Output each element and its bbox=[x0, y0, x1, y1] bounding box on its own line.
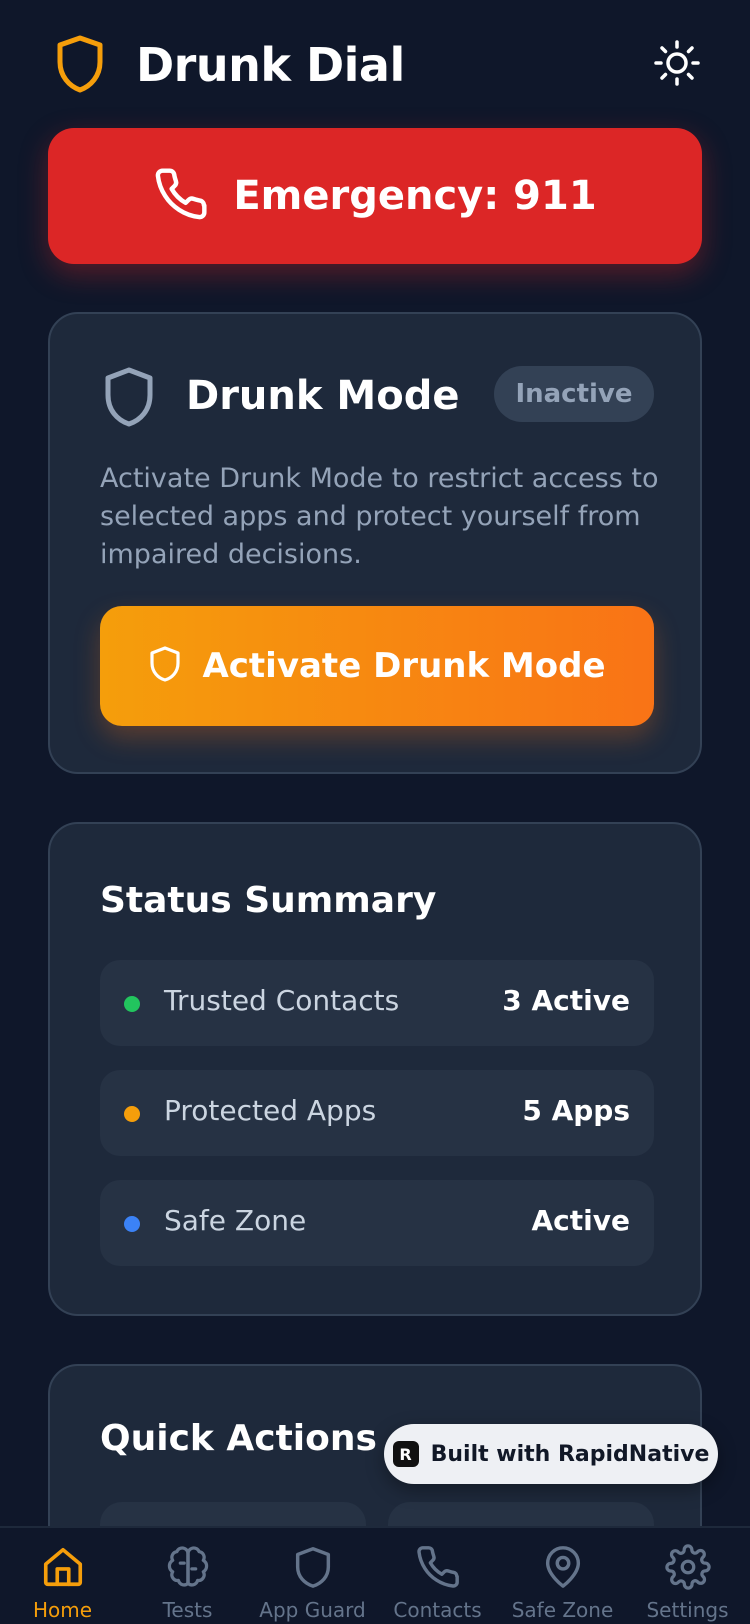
gear-icon bbox=[665, 1544, 711, 1590]
shield-icon bbox=[148, 645, 182, 687]
shield-logo-icon bbox=[54, 34, 106, 94]
nav-label: App Guard bbox=[259, 1598, 366, 1622]
activate-button-label: Activate Drunk Mode bbox=[202, 646, 606, 686]
shield-icon bbox=[102, 366, 156, 428]
brain-icon bbox=[165, 1544, 211, 1590]
nav-label: Home bbox=[32, 1598, 93, 1622]
nav-item-settings[interactable]: Settings bbox=[625, 1528, 750, 1624]
drunk-mode-card: Drunk Mode Inactive Activate Drunk Mode … bbox=[48, 312, 702, 774]
status-dot bbox=[124, 996, 140, 1012]
status-row-label: Trusted Contacts bbox=[164, 984, 400, 1017]
drunk-mode-description: Activate Drunk Mode to restrict access t… bbox=[100, 463, 659, 570]
status-row-label: Protected Apps bbox=[164, 1094, 377, 1127]
nav-item-tests[interactable]: Tests bbox=[125, 1528, 250, 1624]
status-summary-title: Status Summary bbox=[100, 880, 437, 921]
nav-label: Tests bbox=[162, 1598, 213, 1622]
emergency-label: Emergency: 911 bbox=[233, 173, 597, 219]
nav-label: Settings bbox=[646, 1598, 729, 1622]
status-row-trusted-contacts[interactable]: Trusted Contacts 3 Active bbox=[100, 960, 654, 1046]
rapidnative-logo-icon: R bbox=[392, 1441, 419, 1467]
status-row-value: 3 Active bbox=[502, 984, 630, 1017]
quick-actions-title: Quick Actions bbox=[100, 1418, 377, 1459]
home-icon bbox=[40, 1544, 86, 1590]
app-header: Drunk Dial bbox=[0, 0, 750, 128]
activate-drunk-mode-button[interactable]: Activate Drunk Mode bbox=[100, 606, 654, 726]
built-with-badge[interactable]: R Built with RapidNative bbox=[384, 1424, 718, 1484]
status-dot bbox=[124, 1216, 140, 1232]
location-pin-icon bbox=[540, 1544, 586, 1590]
built-with-label: Built with RapidNative bbox=[430, 1441, 710, 1467]
status-dot bbox=[124, 1106, 140, 1122]
nav-item-safe-zone[interactable]: Safe Zone bbox=[500, 1528, 625, 1624]
phone-icon bbox=[415, 1544, 461, 1590]
nav-label: Contacts bbox=[393, 1598, 482, 1622]
sun-icon bbox=[654, 40, 700, 90]
status-row-value: 5 Apps bbox=[522, 1094, 630, 1127]
nav-item-contacts[interactable]: Contacts bbox=[375, 1528, 500, 1624]
theme-toggle-button[interactable] bbox=[652, 40, 702, 90]
bottom-nav: Home Tests App Guard Contacts Safe Zone … bbox=[0, 1526, 750, 1624]
nav-label: Safe Zone bbox=[511, 1598, 614, 1622]
status-badge: Inactive bbox=[494, 366, 654, 422]
status-row-safe-zone[interactable]: Safe Zone Active bbox=[100, 1180, 654, 1266]
status-summary-card: Status Summary Trusted Contacts 3 Active… bbox=[48, 822, 702, 1316]
shield-icon bbox=[290, 1544, 336, 1590]
status-row-protected-apps[interactable]: Protected Apps 5 Apps bbox=[100, 1070, 654, 1156]
status-row-value: Active bbox=[531, 1204, 631, 1237]
nav-item-app-guard[interactable]: App Guard bbox=[250, 1528, 375, 1624]
phone-icon bbox=[153, 166, 209, 226]
home-screen: Drunk Dial Emergency: 911 Drunk Mode Ina… bbox=[0, 0, 750, 1624]
nav-item-home[interactable]: Home bbox=[0, 1528, 125, 1624]
status-row-label: Safe Zone bbox=[164, 1204, 307, 1237]
emergency-call-button[interactable]: Emergency: 911 bbox=[48, 128, 702, 264]
drunk-mode-title: Drunk Mode bbox=[186, 373, 460, 419]
app-title: Drunk Dial bbox=[136, 38, 405, 92]
